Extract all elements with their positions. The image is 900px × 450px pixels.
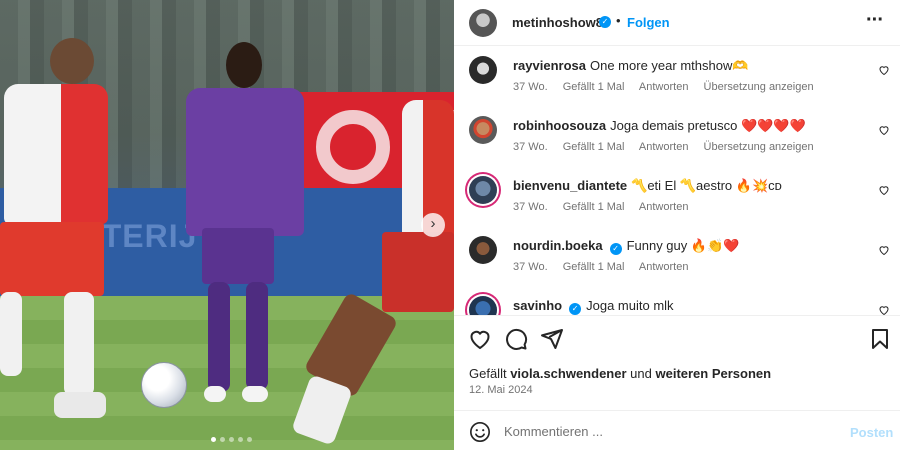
comment-item: bienvenu_diantete 〽️eti El 〽️aestro 🔥💥ᴄᴅ … xyxy=(454,167,900,227)
comment-likes[interactable]: Gefällt 1 Mal xyxy=(563,261,625,273)
comment-item: savinho ✓ Joga muito mlk xyxy=(454,287,900,315)
post-comment-button[interactable]: Posten xyxy=(850,425,893,440)
comment-likes[interactable]: Gefällt 1 Mal xyxy=(563,201,625,213)
comment-line: bienvenu_diantete 〽️eti El 〽️aestro 🔥💥ᴄᴅ xyxy=(513,178,782,194)
comment-like-heart-icon[interactable] xyxy=(878,304,890,315)
comment-text: Funny guy 🔥👏❤️ xyxy=(626,238,740,253)
comment-username[interactable]: rayvienrosa xyxy=(513,58,586,73)
post-photo[interactable]: ATERIJ › xyxy=(0,0,454,450)
chevron-right-icon[interactable]: › xyxy=(421,213,445,237)
comment-line: nourdin.boeka ✓ Funny guy 🔥👏❤️ xyxy=(513,238,739,255)
comment-text: One more year mthshow🫶 xyxy=(590,58,749,73)
commenter-avatar[interactable] xyxy=(469,176,497,204)
translate-button[interactable]: Übersetzung anzeigen xyxy=(704,81,814,93)
comment-input[interactable] xyxy=(504,420,834,442)
carousel-dots xyxy=(211,437,252,442)
comment-meta: 37 Wo. Gefällt 1 Mal Antworten Übersetzu… xyxy=(513,141,826,153)
comment-likes[interactable]: Gefällt 1 Mal xyxy=(563,141,625,153)
comment-meta: 37 Wo. Gefällt 1 Mal Antworten xyxy=(513,261,700,273)
comment-text: Joga demais pretusco ❤️❤️❤️❤️ xyxy=(610,118,806,133)
comment-username[interactable]: savinho xyxy=(513,298,562,313)
football xyxy=(141,362,187,408)
verified-badge-icon: ✓ xyxy=(569,303,582,315)
comment-line: rayvienrosa One more year mthshow🫶 xyxy=(513,58,749,74)
heart-icon[interactable] xyxy=(468,327,492,351)
comment-composer: Posten xyxy=(454,410,900,450)
comment-username[interactable]: robinhoosouza xyxy=(513,118,606,133)
commenter-avatar[interactable] xyxy=(469,236,497,264)
reply-button[interactable]: Antworten xyxy=(639,81,689,93)
comment-like-heart-icon[interactable] xyxy=(878,64,890,76)
comment-age: 37 Wo. xyxy=(513,261,548,273)
commenter-avatar[interactable] xyxy=(469,56,497,84)
more-horizontal-icon[interactable]: ··· xyxy=(866,9,884,32)
comment-icon[interactable] xyxy=(504,327,528,351)
commenter-avatar[interactable] xyxy=(469,296,497,315)
author-avatar[interactable] xyxy=(469,9,497,37)
comment-item: robinhoosouza Joga demais pretusco ❤️❤️❤️… xyxy=(454,107,900,167)
likes-summary: Gefällt viola.schwendener und weiteren P… xyxy=(469,366,771,381)
comment-text: Joga muito mlk xyxy=(586,298,674,313)
post-date[interactable]: 12. Mai 2024 xyxy=(469,384,533,396)
post-actions: Gefällt viola.schwendener und weiteren P… xyxy=(454,315,900,410)
carousel-dot xyxy=(229,437,234,442)
comment-username[interactable]: bienvenu_diantete xyxy=(513,178,627,193)
comment-meta: 37 Wo. Gefällt 1 Mal Antworten Übersetzu… xyxy=(513,81,826,93)
verified-badge-icon: ✓ xyxy=(599,16,611,28)
comment-age: 37 Wo. xyxy=(513,141,548,153)
comment-like-heart-icon[interactable] xyxy=(878,184,890,196)
comment-like-heart-icon[interactable] xyxy=(878,124,890,136)
follow-button[interactable]: Folgen xyxy=(627,15,670,30)
reply-button[interactable]: Antworten xyxy=(639,141,689,153)
header-separator: • xyxy=(616,13,621,28)
send-icon[interactable] xyxy=(540,327,564,351)
comment-line: robinhoosouza Joga demais pretusco ❤️❤️❤️… xyxy=(513,118,806,134)
comment-age: 37 Wo. xyxy=(513,81,548,93)
carousel-dot xyxy=(211,437,216,442)
comment-item: rayvienrosa One more year mthshow🫶 37 Wo.… xyxy=(454,47,900,107)
likes-user-link[interactable]: viola.schwendener xyxy=(510,366,626,381)
comment-like-heart-icon[interactable] xyxy=(878,244,890,256)
commenter-avatar[interactable] xyxy=(469,116,497,144)
author-username[interactable]: metinhoshow8 xyxy=(512,15,603,30)
emoji-icon[interactable] xyxy=(469,421,491,443)
bookmark-icon[interactable] xyxy=(868,327,892,351)
verified-badge-icon: ✓ xyxy=(609,243,622,255)
comment-username[interactable]: nourdin.boeka xyxy=(513,238,603,253)
comment-item: nourdin.boeka ✓ Funny guy 🔥👏❤️ 37 Wo. Gefä… xyxy=(454,227,900,287)
reply-button[interactable]: Antworten xyxy=(639,261,689,273)
likes-middle: und xyxy=(630,366,652,381)
carousel-dot xyxy=(247,437,252,442)
comment-meta: 37 Wo. Gefällt 1 Mal Antworten xyxy=(513,201,700,213)
likes-others-link[interactable]: weiteren Personen xyxy=(655,366,771,381)
comment-likes[interactable]: Gefällt 1 Mal xyxy=(563,81,625,93)
translate-button[interactable]: Übersetzung anzeigen xyxy=(704,141,814,153)
comment-age: 37 Wo. xyxy=(513,201,548,213)
reply-button[interactable]: Antworten xyxy=(639,201,689,213)
post-side-panel: metinhoshow8 ✓ • Folgen ··· rayvienrosa O… xyxy=(454,0,900,450)
comments-list[interactable]: rayvienrosa One more year mthshow🫶 37 Wo.… xyxy=(454,47,900,315)
carousel-dot xyxy=(238,437,243,442)
carousel-dot xyxy=(220,437,225,442)
comment-text: 〽️eti El 〽️aestro 🔥💥ᴄᴅ xyxy=(631,178,782,193)
likes-prefix: Gefällt xyxy=(469,366,507,381)
comment-line: savinho ✓ Joga muito mlk xyxy=(513,298,674,315)
post-header: metinhoshow8 ✓ • Folgen ··· xyxy=(454,0,900,46)
